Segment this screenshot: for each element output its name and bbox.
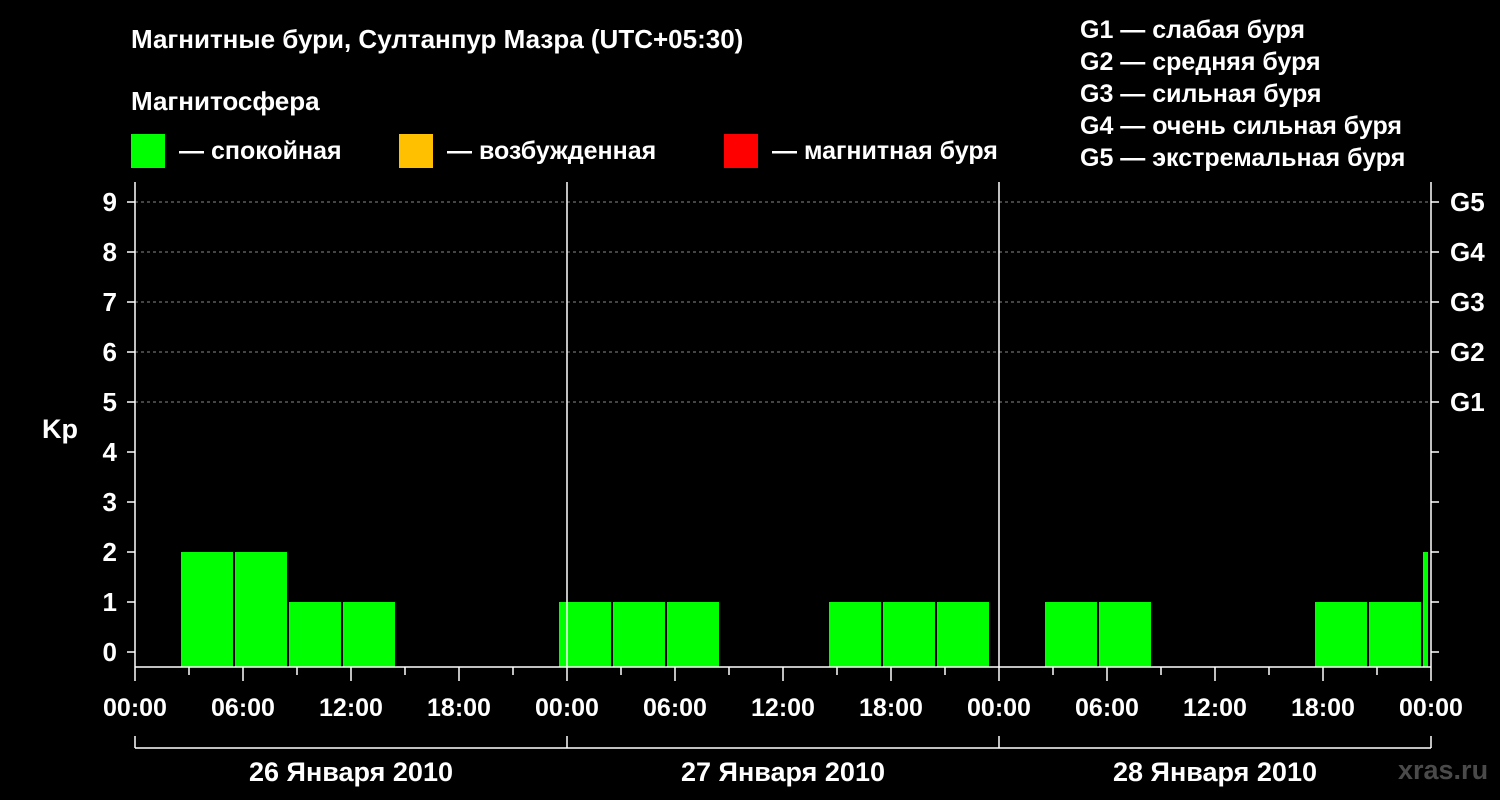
g-level-label: G5 [1450, 187, 1485, 217]
x-tick-label: 06:00 [643, 694, 707, 722]
g-level-label: G4 [1450, 237, 1485, 267]
kp-bar [181, 552, 233, 667]
watermark: xras.ru [1398, 755, 1489, 785]
y-tick-label: 5 [103, 387, 117, 417]
day-label: 27 Января 2010 [681, 757, 885, 787]
g-level-label: G2 [1450, 337, 1485, 367]
kp-bar [1099, 602, 1151, 667]
kp-bar [1423, 552, 1428, 667]
kp-bar [1045, 602, 1097, 667]
y-tick-label: 6 [103, 337, 117, 367]
x-tick-label: 18:00 [427, 694, 491, 722]
x-tick-label: 00:00 [535, 694, 599, 722]
x-tick-label: 12:00 [319, 694, 383, 722]
kp-bar [343, 602, 395, 667]
x-tick-label: 06:00 [211, 694, 275, 722]
kp-bar [235, 552, 287, 667]
g-level-label: G1 [1450, 387, 1485, 417]
y-tick-label: 7 [103, 287, 117, 317]
day-label: 28 Января 2010 [1113, 757, 1317, 787]
x-tick-label: 18:00 [1291, 694, 1355, 722]
y-tick-label: 3 [103, 487, 117, 517]
x-tick-label: 00:00 [1399, 694, 1463, 722]
y-tick-label: 4 [103, 437, 118, 467]
kp-bar [613, 602, 665, 667]
x-tick-label: 12:00 [1183, 694, 1247, 722]
kp-bar [667, 602, 719, 667]
y-axis-label: Kp [42, 414, 78, 444]
y-tick-label: 8 [103, 237, 117, 267]
x-tick-label: 06:00 [1075, 694, 1139, 722]
day-label: 26 Января 2010 [249, 757, 453, 787]
y-tick-label: 2 [103, 537, 117, 567]
g-level-label: G3 [1450, 287, 1485, 317]
y-tick-label: 0 [103, 637, 117, 667]
y-tick-label: 1 [103, 587, 117, 617]
kp-bar [289, 602, 341, 667]
x-tick-label: 18:00 [859, 694, 923, 722]
y-tick-label: 9 [103, 187, 117, 217]
x-tick-label: 12:00 [751, 694, 815, 722]
kp-bar [1315, 602, 1367, 667]
kp-bar [883, 602, 935, 667]
kp-bar [829, 602, 881, 667]
kp-bar-chart: 0 1 2 3 4 5 6 7 8 9 G1 G2 G3 G4 G5 Kp 00:00 06:00 12:00 18:… [42, 182, 1485, 787]
kp-bar [1369, 602, 1421, 667]
kp-bar [937, 602, 989, 667]
x-tick-label: 00:00 [103, 694, 167, 722]
x-tick-label: 00:00 [967, 694, 1031, 722]
